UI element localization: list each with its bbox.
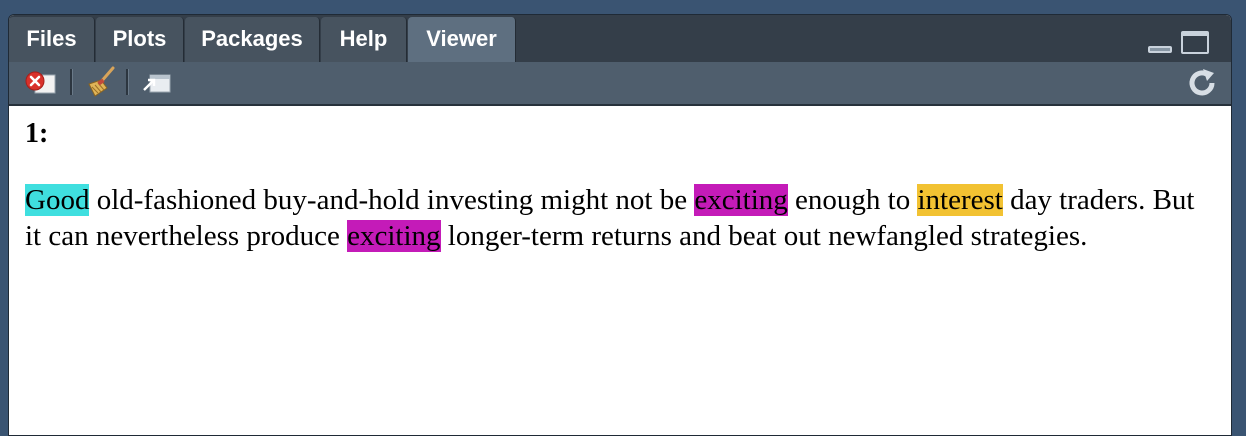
highlighted-word: exciting xyxy=(694,184,788,216)
pane-tab-bar: Files Plots Packages Help Viewer xyxy=(9,15,1231,62)
highlighted-text: Good old-fashioned buy-and-hold investin… xyxy=(25,182,1195,254)
maximize-pane-button[interactable] xyxy=(1181,31,1209,54)
plain-text: old-fashioned buy-and-hold investing mig… xyxy=(89,184,695,216)
viewer-toolbar xyxy=(9,62,1231,106)
viewer-pane: Files Plots Packages Help Viewer 1: Good… xyxy=(8,14,1232,436)
highlighted-word: interest xyxy=(917,184,1003,216)
export-icon[interactable] xyxy=(140,70,174,96)
minimize-pane-button[interactable] xyxy=(1148,46,1172,53)
viewer-content: 1: Good old-fashioned buy-and-hold inves… xyxy=(9,106,1231,435)
highlighted-word: Good xyxy=(25,184,90,216)
toolbar-separator xyxy=(126,69,129,95)
plain-text: longer-term returns and beat out newfang… xyxy=(440,220,1088,252)
plain-text: enough to xyxy=(787,184,918,216)
tab-packages[interactable]: Packages xyxy=(185,17,320,62)
tab-plots[interactable]: Plots xyxy=(96,17,184,62)
refresh-icon[interactable] xyxy=(1187,68,1219,98)
clear-viewer-icon[interactable] xyxy=(23,69,59,97)
toolbar-separator xyxy=(70,69,73,95)
tab-viewer[interactable]: Viewer xyxy=(408,17,516,62)
output-heading: 1: xyxy=(25,118,49,149)
tab-help[interactable]: Help xyxy=(321,17,407,62)
tab-files[interactable]: Files xyxy=(9,17,95,62)
highlighted-word: exciting xyxy=(347,220,441,252)
broom-icon[interactable] xyxy=(83,66,119,98)
